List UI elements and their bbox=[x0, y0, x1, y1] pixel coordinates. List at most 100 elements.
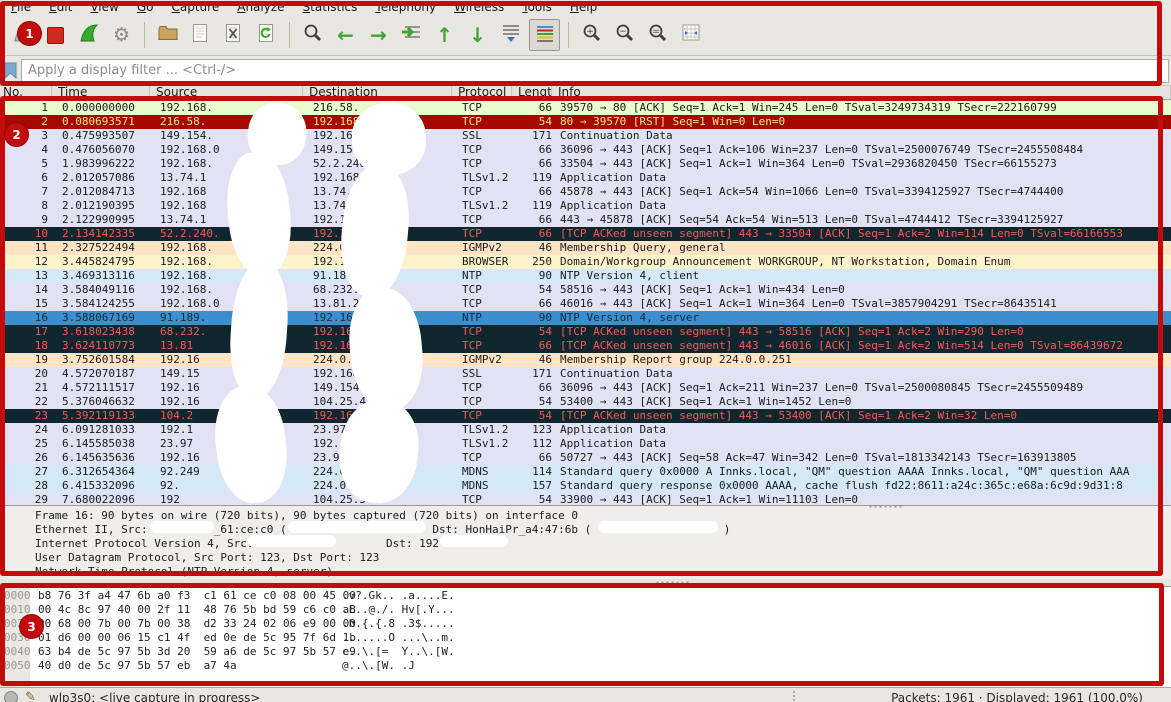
packet-row[interactable]: 214.572111517192.16149.154.TCP6636096 → … bbox=[0, 381, 1171, 395]
packet-row[interactable]: 20.080693571216.58.192.168.TCP5480 → 395… bbox=[0, 115, 1171, 129]
svg-text:−: − bbox=[619, 27, 627, 37]
packet-row[interactable]: 183.62411077313.81192.168TCP66[TCP ACKed… bbox=[0, 339, 1171, 353]
statusbar-separator bbox=[793, 691, 795, 701]
menu-wireless[interactable]: Wireless bbox=[445, 0, 513, 15]
packet-row[interactable]: 163.58806716991.189.192.168NTP90NTP Vers… bbox=[0, 311, 1171, 325]
detail-tree-line[interactable]: Internet Protocol Version 4, Src: Dst: 1… bbox=[0, 537, 1171, 551]
packet-row[interactable]: 143.584049116192.168.68.232.3TCP5458516 … bbox=[0, 283, 1171, 297]
packet-row[interactable]: 72.012084713192.16813.74.19TCP6645878 → … bbox=[0, 185, 1171, 199]
go-first-button[interactable]: ↑ bbox=[430, 20, 459, 50]
hex-row[interactable]: 005040 d0 de 5c 97 5b 57 eb a7 4a@..\.[W… bbox=[0, 659, 1171, 673]
colorize-icon bbox=[535, 24, 555, 46]
packet-row[interactable]: 235.392119133104.2192.168.TCP54[TCP ACKe… bbox=[0, 409, 1171, 423]
go-back-icon: ← bbox=[337, 25, 354, 46]
hex-bytes-pane[interactable]: 0000b8 76 3f a4 47 6b a0 f3 c1 61 ce c0 … bbox=[0, 586, 1171, 687]
packet-stats-text: Packets: 1961 · Displayed: 1961 (100.0%) bbox=[891, 691, 1143, 702]
splitter-grip[interactable] bbox=[868, 505, 902, 508]
hex-row[interactable]: 004063 b4 de 5c 97 5b 3d 20 59 a6 de 5c … bbox=[0, 645, 1171, 659]
packet-row[interactable]: 276.31265436492.249224.0.0.MDNS114Standa… bbox=[0, 465, 1171, 479]
wireshark-window: FileEditViewGoCaptureAnalyzeStatisticsTe… bbox=[0, 0, 1171, 702]
packet-row[interactable]: 133.469313116192.168.91.189.8NTP90NTP Ve… bbox=[0, 269, 1171, 283]
column-header-source[interactable]: Source bbox=[150, 86, 303, 99]
close-file-button[interactable] bbox=[219, 20, 248, 50]
go-forward-button[interactable]: → bbox=[364, 20, 393, 50]
pane-splitter[interactable] bbox=[0, 579, 1171, 586]
go-to-packet-button[interactable] bbox=[397, 20, 426, 50]
hex-row[interactable]: 0000b8 76 3f a4 47 6b a0 f3 c1 61 ce c0 … bbox=[0, 589, 1171, 603]
packet-details-pane[interactable]: Frame 16: 90 bytes on wire (720 bits), 9… bbox=[0, 505, 1171, 579]
menu-bar: FileEditViewGoCaptureAnalyzeStatisticsTe… bbox=[0, 0, 1171, 15]
column-header-no[interactable]: No. bbox=[0, 86, 52, 99]
packet-row[interactable]: 123.445824795192.168.192.168BROWSER250Do… bbox=[0, 255, 1171, 269]
detail-tree-line[interactable]: Network Time Protocol (NTP Version 4, se… bbox=[0, 565, 1171, 579]
hex-row[interactable]: 002000 68 00 7b 00 7b 00 38 d2 33 24 02 … bbox=[0, 617, 1171, 631]
annotation-circle-3: 3 bbox=[19, 614, 44, 639]
column-header-time[interactable]: Time bbox=[52, 86, 150, 99]
packet-row[interactable]: 92.12299099513.74.1192.168.TCP66443 → 45… bbox=[0, 213, 1171, 227]
menu-statistics[interactable]: Statistics bbox=[294, 0, 367, 15]
hex-row[interactable]: 003001 d6 00 00 06 15 c1 4f ed 0e de 5c … bbox=[0, 631, 1171, 645]
expert-info-icon[interactable] bbox=[4, 691, 18, 702]
column-header-protocol[interactable]: Protocol bbox=[452, 86, 512, 99]
packet-list[interactable]: 10.000000000192.168.216.58.TCP6639570 → … bbox=[0, 101, 1171, 505]
packet-row[interactable]: 62.01205708613.74.1192.168.TLSv1.2119App… bbox=[0, 171, 1171, 185]
save-file-button[interactable] bbox=[186, 20, 215, 50]
menu-capture[interactable]: Capture bbox=[162, 0, 228, 15]
restart-capture-button[interactable] bbox=[74, 20, 103, 50]
go-back-button[interactable]: ← bbox=[331, 20, 360, 50]
bookmark-icon[interactable] bbox=[2, 62, 18, 80]
find-packet-button[interactable] bbox=[298, 20, 327, 50]
resize-columns-button[interactable] bbox=[676, 20, 705, 50]
packet-row[interactable]: 286.41533209692.224.0.0.MDNS157Standard … bbox=[0, 479, 1171, 493]
menu-view[interactable]: View bbox=[81, 0, 127, 15]
menu-telephony[interactable]: Telephony bbox=[366, 0, 445, 15]
packet-row[interactable]: 173.61802343868.232.192.168TCP54[TCP ACK… bbox=[0, 325, 1171, 339]
packet-list-header: No.TimeSourceDestinationProtocolLengthIn… bbox=[0, 85, 1171, 100]
column-header-destination[interactable]: Destination bbox=[303, 86, 452, 99]
packet-row[interactable]: 193.752601584192.16224.0.0.IGMPv246Membe… bbox=[0, 353, 1171, 367]
column-header-length[interactable]: Length bbox=[512, 86, 552, 99]
packet-row[interactable]: 266.145635636192.1623.97.21TCP6650727 → … bbox=[0, 451, 1171, 465]
capture-options-icon: ⚙ bbox=[113, 26, 130, 45]
open-file-button[interactable] bbox=[153, 20, 182, 50]
packet-row[interactable]: 297.680022096192104.25.5TCP5433900 → 443… bbox=[0, 493, 1171, 505]
colorize-button[interactable] bbox=[529, 19, 560, 51]
redaction-blob bbox=[598, 521, 718, 533]
packet-row[interactable]: 51.983996222192.168.52.2.240TCP6633504 →… bbox=[0, 157, 1171, 171]
packet-row[interactable]: 225.376046632192.16104.25.4TCP5453400 → … bbox=[0, 395, 1171, 409]
restart-capture-icon bbox=[78, 22, 100, 48]
packet-row[interactable]: 153.584124255192.168.013.81.2TCP6646016 … bbox=[0, 297, 1171, 311]
packet-row[interactable]: 256.14558503823.97192.168.TLSv1.2112Appl… bbox=[0, 437, 1171, 451]
packet-row[interactable]: 112.327522494192.168.224.0.0IGMPv246Memb… bbox=[0, 241, 1171, 255]
auto-scroll-button[interactable] bbox=[496, 20, 525, 50]
capture-options-button[interactable]: ⚙ bbox=[107, 20, 136, 50]
go-to-packet-icon bbox=[401, 24, 423, 46]
capture-comment-icon[interactable]: ✎ bbox=[25, 690, 36, 702]
zoom-out-button[interactable]: − bbox=[610, 20, 639, 50]
packet-row[interactable]: 102.13414233552.2.240.192.168TCP66[TCP A… bbox=[0, 227, 1171, 241]
main-toolbar: ⚙ ← → ↑↓ + − = bbox=[0, 15, 1171, 56]
packet-row[interactable]: 40.476056070192.168.0149.154.TCP6636096 … bbox=[0, 143, 1171, 157]
packet-row[interactable]: 30.475993507149.154.192.168.SSL171Contin… bbox=[0, 129, 1171, 143]
splitter-grip[interactable] bbox=[655, 581, 689, 584]
packet-row[interactable]: 204.572070187149.15192.168.SSL171Continu… bbox=[0, 367, 1171, 381]
hex-row[interactable]: 001000 4c 8c 97 40 00 2f 11 48 76 5b bd … bbox=[0, 603, 1171, 617]
zoom-reset-button[interactable]: = bbox=[643, 20, 672, 50]
menu-go[interactable]: Go bbox=[128, 0, 163, 15]
menu-analyze[interactable]: Analyze bbox=[228, 0, 293, 15]
menu-tools[interactable]: Tools bbox=[513, 0, 561, 15]
column-header-info[interactable]: Info bbox=[552, 86, 1171, 99]
packet-row[interactable]: 10.000000000192.168.216.58.TCP6639570 → … bbox=[0, 101, 1171, 115]
zoom-in-button[interactable]: + bbox=[577, 20, 606, 50]
menu-help[interactable]: Help bbox=[561, 0, 606, 15]
go-last-button[interactable]: ↓ bbox=[463, 20, 492, 50]
display-filter-input[interactable] bbox=[21, 59, 1169, 83]
detail-tree-line[interactable]: User Datagram Protocol, Src Port: 123, D… bbox=[0, 551, 1171, 565]
packet-row[interactable]: 82.012190395192.16813.74.19TLSv1.2119App… bbox=[0, 199, 1171, 213]
menu-edit[interactable]: Edit bbox=[40, 0, 81, 15]
menu-file[interactable]: File bbox=[2, 0, 40, 15]
reload-file-button[interactable] bbox=[252, 20, 281, 50]
stop-capture-button[interactable] bbox=[41, 20, 70, 50]
redaction-blob bbox=[150, 521, 214, 533]
packet-row[interactable]: 246.091281033192.123.97.21TLSv1.2123Appl… bbox=[0, 423, 1171, 437]
